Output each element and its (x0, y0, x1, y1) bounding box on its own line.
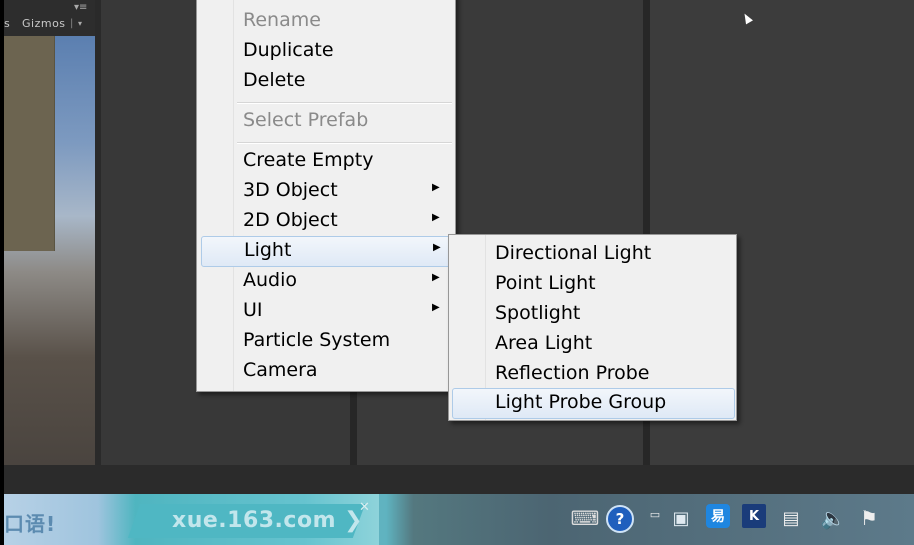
submenu-item-label: Light Probe Group (495, 391, 667, 413)
menu-item-audio[interactable]: Audio ▶ (200, 266, 452, 295)
menu-item-label: Rename (243, 9, 321, 31)
menu-item-select-prefab[interactable]: Select Prefab (200, 106, 452, 135)
menu-item-label: 3D Object (243, 179, 338, 201)
menu-item-label: Audio (243, 269, 298, 291)
menu-item-create-empty[interactable]: Create Empty (200, 146, 452, 175)
submenu-arrow-icon: ▶ (433, 242, 441, 253)
submenu-arrow-icon: ▶ (432, 302, 440, 313)
scene-toolbar: ▾≡ s Gizmos | ▾ (4, 0, 95, 36)
network-icon[interactable]: ▤ (778, 504, 804, 532)
menu-item-ui[interactable]: UI ▶ (200, 296, 452, 325)
menu-item-label: UI (243, 299, 263, 321)
menu-separator-highlight (237, 103, 452, 104)
km-icon[interactable]: K (742, 504, 766, 528)
submenu-arrow-icon: ▶ (432, 182, 440, 193)
screen-icon[interactable]: ▣ (668, 504, 694, 532)
menu-item-duplicate[interactable]: Duplicate (200, 36, 452, 65)
submenu-arrow-icon: ▶ (432, 212, 440, 223)
keyboard-icon[interactable]: ⌨ (571, 504, 600, 532)
scene-viewport[interactable] (4, 36, 95, 465)
submenu-arrow-icon: ▶ (432, 272, 440, 283)
menu-item-label: Delete (243, 69, 306, 91)
status-bar (4, 465, 914, 494)
menu-item-label: Particle System (243, 329, 391, 351)
gizmos-dropdown-icon[interactable]: ▾ (78, 19, 82, 28)
scene-toolbar-fragment: s (4, 17, 11, 30)
submenu-item-label: Area Light (495, 332, 593, 354)
menu-item-rename[interactable]: Rename (200, 6, 452, 35)
submenu-item-label: Directional Light (495, 242, 652, 264)
panel-menu-icon[interactable]: ▾≡ (74, 2, 87, 13)
submenu-item-directional-light[interactable]: Directional Light (452, 239, 733, 268)
menu-item-label: Camera (243, 359, 318, 381)
menu-item-label: 2D Object (243, 209, 338, 231)
menu-item-label: Create Empty (243, 149, 374, 171)
toolbar-divider: | (70, 18, 74, 29)
app-icon[interactable]: 易 (706, 504, 730, 528)
menu-item-camera[interactable]: Camera (200, 356, 452, 385)
menu-item-label: Duplicate (243, 39, 334, 61)
ad-url-text[interactable]: xue.163.com ❯ (172, 508, 363, 533)
windows-taskbar: 口语! xue.163.com ❯ ✕ ⌨ ? ▭ ▣ 易 K ▤ 🔈 ⚑ (4, 494, 914, 545)
menu-item-delete[interactable]: Delete (200, 66, 452, 95)
menu-item-2d-object[interactable]: 2D Object ▶ (200, 206, 452, 235)
menu-item-particle-system[interactable]: Particle System (200, 326, 452, 355)
submenu-item-spotlight[interactable]: Spotlight (452, 299, 733, 328)
system-tray: ⌨ ? ▭ ▣ 易 K ▤ 🔈 ⚑ (564, 504, 914, 536)
submenu-item-point-light[interactable]: Point Light (452, 269, 733, 298)
help-icon[interactable]: ? (606, 505, 634, 533)
ad-left-text: 口语! (4, 512, 57, 536)
submenu-item-label: Reflection Probe (495, 362, 650, 384)
volume-icon[interactable]: 🔈 (820, 504, 846, 532)
menu-item-label: Select Prefab (243, 109, 369, 131)
gizmos-button[interactable]: Gizmos (22, 17, 66, 30)
menu-item-light[interactable]: Light ▶ (201, 236, 451, 267)
context-menu: Rename Duplicate Delete Select Prefab Cr… (196, 0, 456, 392)
submenu-item-reflection-probe[interactable]: Reflection Probe (452, 359, 733, 388)
ad-close-icon[interactable]: ✕ (359, 500, 370, 515)
scene-view-panel: ▾≡ s Gizmos | ▾ (4, 0, 95, 465)
menu-item-3d-object[interactable]: 3D Object ▶ (200, 176, 452, 205)
submenu-item-light-probe-group[interactable]: Light Probe Group (452, 388, 735, 419)
scene-object[interactable] (4, 36, 55, 251)
show-hidden-icons-icon[interactable]: ▭ (642, 500, 668, 528)
ad-banner[interactable]: 口语! xue.163.com ❯ ✕ (4, 494, 379, 545)
action-center-flag-icon[interactable]: ⚑ (856, 504, 882, 532)
menu-separator-highlight (237, 143, 452, 144)
submenu-item-label: Spotlight (495, 302, 581, 324)
submenu-item-label: Point Light (495, 272, 596, 294)
submenu-item-area-light[interactable]: Area Light (452, 329, 733, 358)
light-submenu: Directional Light Point Light Spotlight … (448, 234, 737, 421)
menu-item-label: Light (244, 239, 292, 261)
